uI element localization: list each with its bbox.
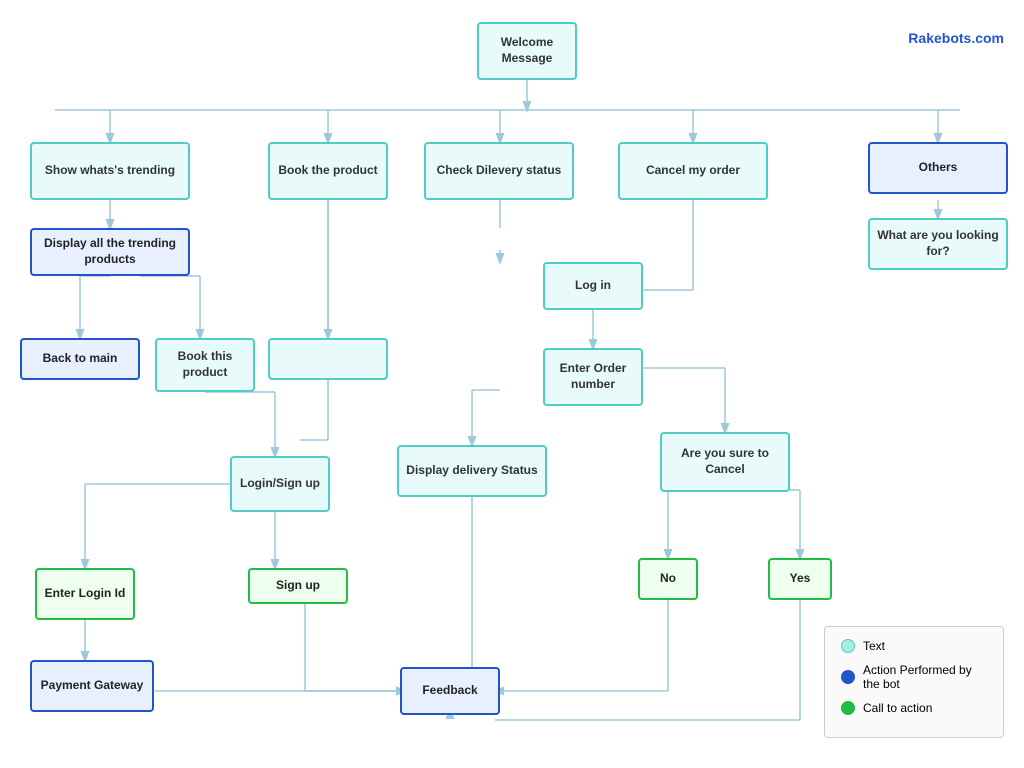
yes-node: Yes [768,558,832,600]
legend-label-text: Text [863,639,885,653]
legend-item-text: Text [841,639,987,653]
enter-order-number-node: Enter Order number [543,348,643,406]
brand-label: Rakebots.com [908,30,1004,46]
sign-up-node: Sign up [248,568,348,604]
legend-dot-text [841,639,855,653]
log-in-node: Log in [543,262,643,310]
back-to-main-node: Back to main [20,338,140,380]
flowchart-diagram: Rakebots.com Welcome Message Show whats'… [0,0,1024,768]
are-you-sure-node: Are you sure to Cancel [660,432,790,492]
what-looking-node: What are you looking for? [868,218,1008,270]
legend-dot-cta [841,701,855,715]
welcome-node: Welcome Message [477,22,577,80]
show-trending-node: Show whats's trending [30,142,190,200]
no-node: No [638,558,698,600]
login-signup-node: Login/Sign up [230,456,330,512]
book-product-2-node [268,338,388,380]
others-node: Others [868,142,1008,194]
book-this-product-node: Book this product [155,338,255,392]
legend-label-cta: Call to action [863,701,932,715]
legend-item-action: Action Performed by the bot [841,663,987,691]
cancel-order-node: Cancel my order [618,142,768,200]
book-product-node: Book the product [268,142,388,200]
legend-dot-action [841,670,855,684]
payment-gateway-node: Payment Gateway [30,660,154,712]
feedback-node: Feedback [400,667,500,715]
legend-label-action: Action Performed by the bot [863,663,987,691]
legend: Text Action Performed by the bot Call to… [824,626,1004,738]
display-trending-node: Display all the trending products [30,228,190,276]
enter-login-id-node: Enter Login Id [35,568,135,620]
check-delivery-node: Check Dilevery status [424,142,574,200]
display-delivery-status-node: Display delivery Status [397,445,547,497]
legend-item-cta: Call to action [841,701,987,715]
